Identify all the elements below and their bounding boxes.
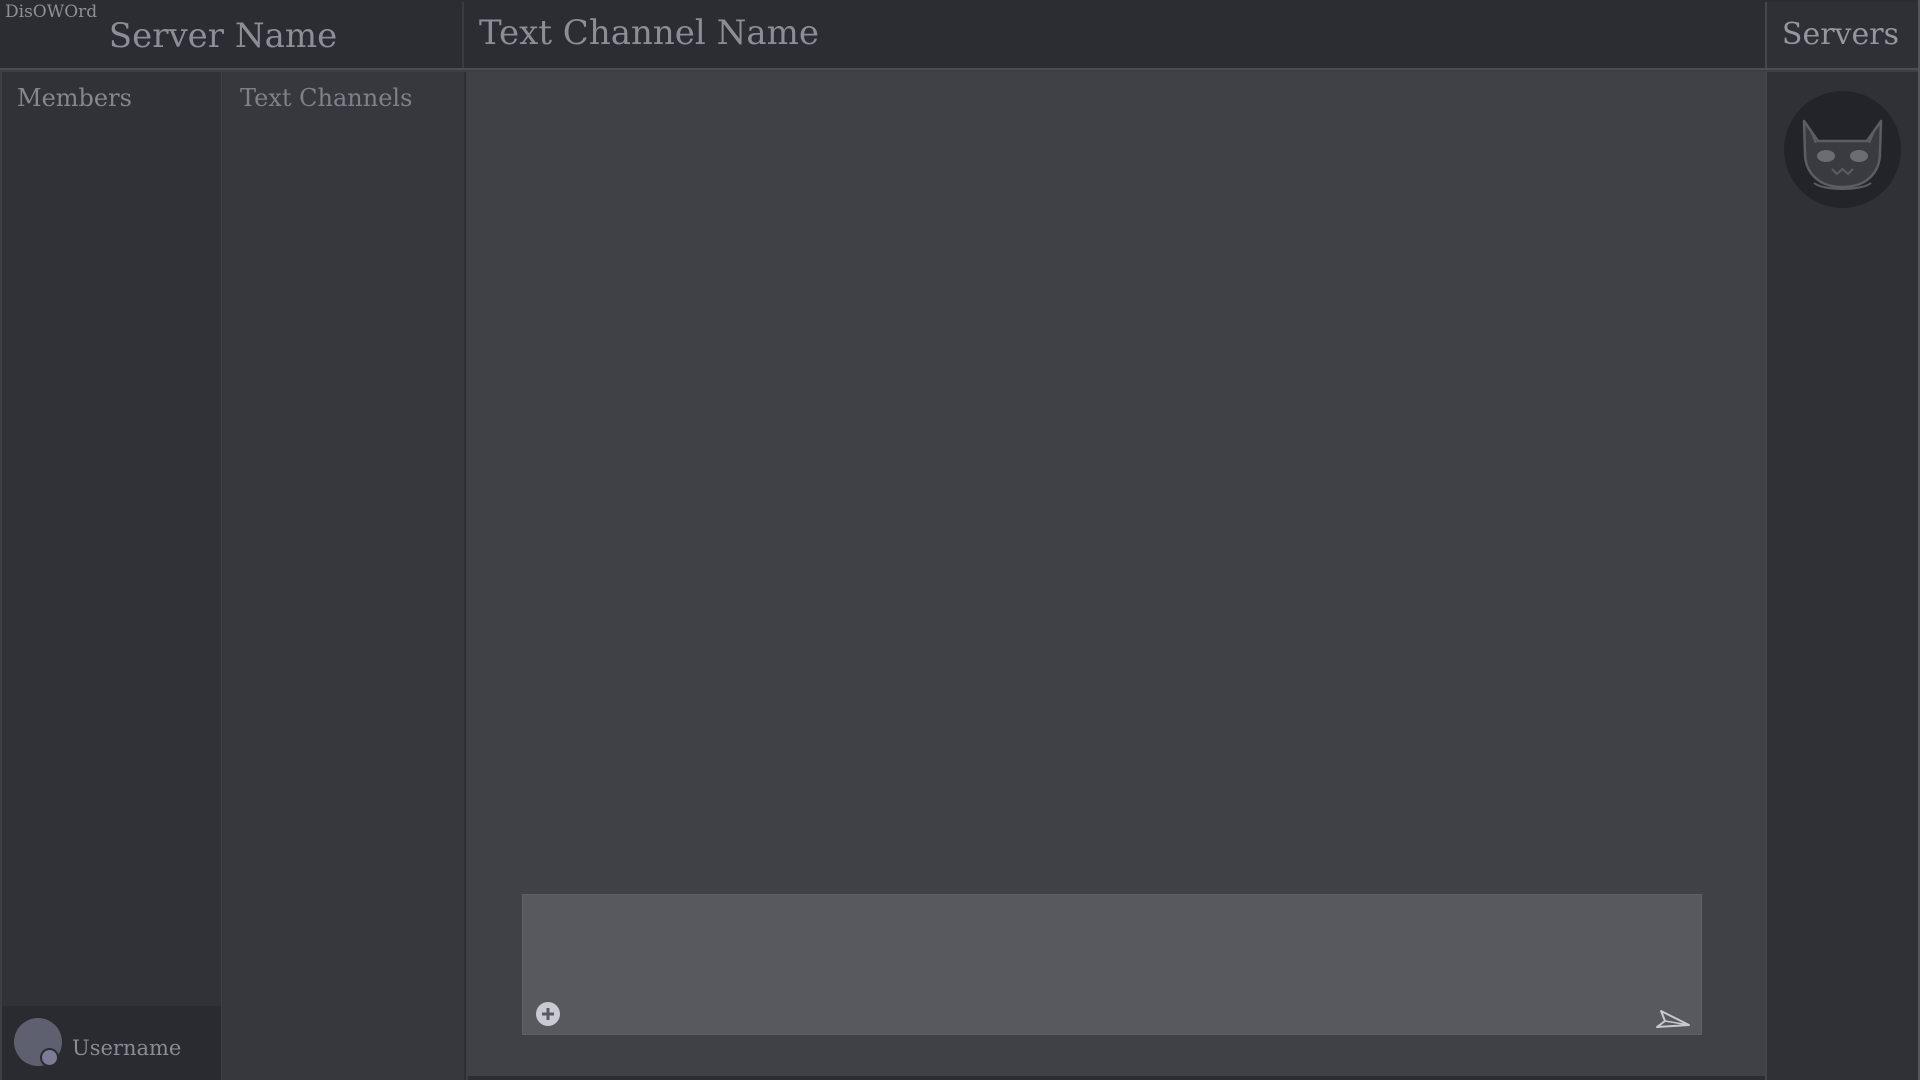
message-input[interactable] — [522, 894, 1702, 1035]
members-sidebar: Members — [2, 72, 221, 1006]
servers-header: Servers — [1765, 2, 1918, 68]
servers-title: Servers — [1781, 17, 1899, 52]
app-title: DisOWOrd — [5, 2, 98, 22]
plus-circle-icon[interactable] — [535, 1001, 561, 1027]
channel-name: Text Channel Name — [479, 13, 819, 53]
server-name: Server Name — [108, 16, 338, 56]
text-channels-sidebar: Text Channels — [222, 72, 466, 1080]
user-panel[interactable]: Username — [2, 1006, 221, 1080]
app-window: Server Name DisOWOrd Text Channel Name S… — [0, 0, 1920, 1080]
top-header: Server Name DisOWOrd Text Channel Name S… — [0, 0, 1920, 70]
status-indicator — [40, 1048, 59, 1067]
text-channels-title: Text Channels — [240, 84, 413, 112]
chat-area — [468, 72, 1765, 1076]
servers-sidebar — [1765, 72, 1918, 1080]
cat-face-icon — [1802, 119, 1883, 190]
chat-bottom-border — [468, 1076, 1765, 1080]
username: Username — [72, 1036, 182, 1060]
members-title: Members — [17, 84, 132, 112]
paper-plane-icon[interactable] — [1655, 1007, 1691, 1029]
server-item[interactable] — [1784, 91, 1901, 208]
